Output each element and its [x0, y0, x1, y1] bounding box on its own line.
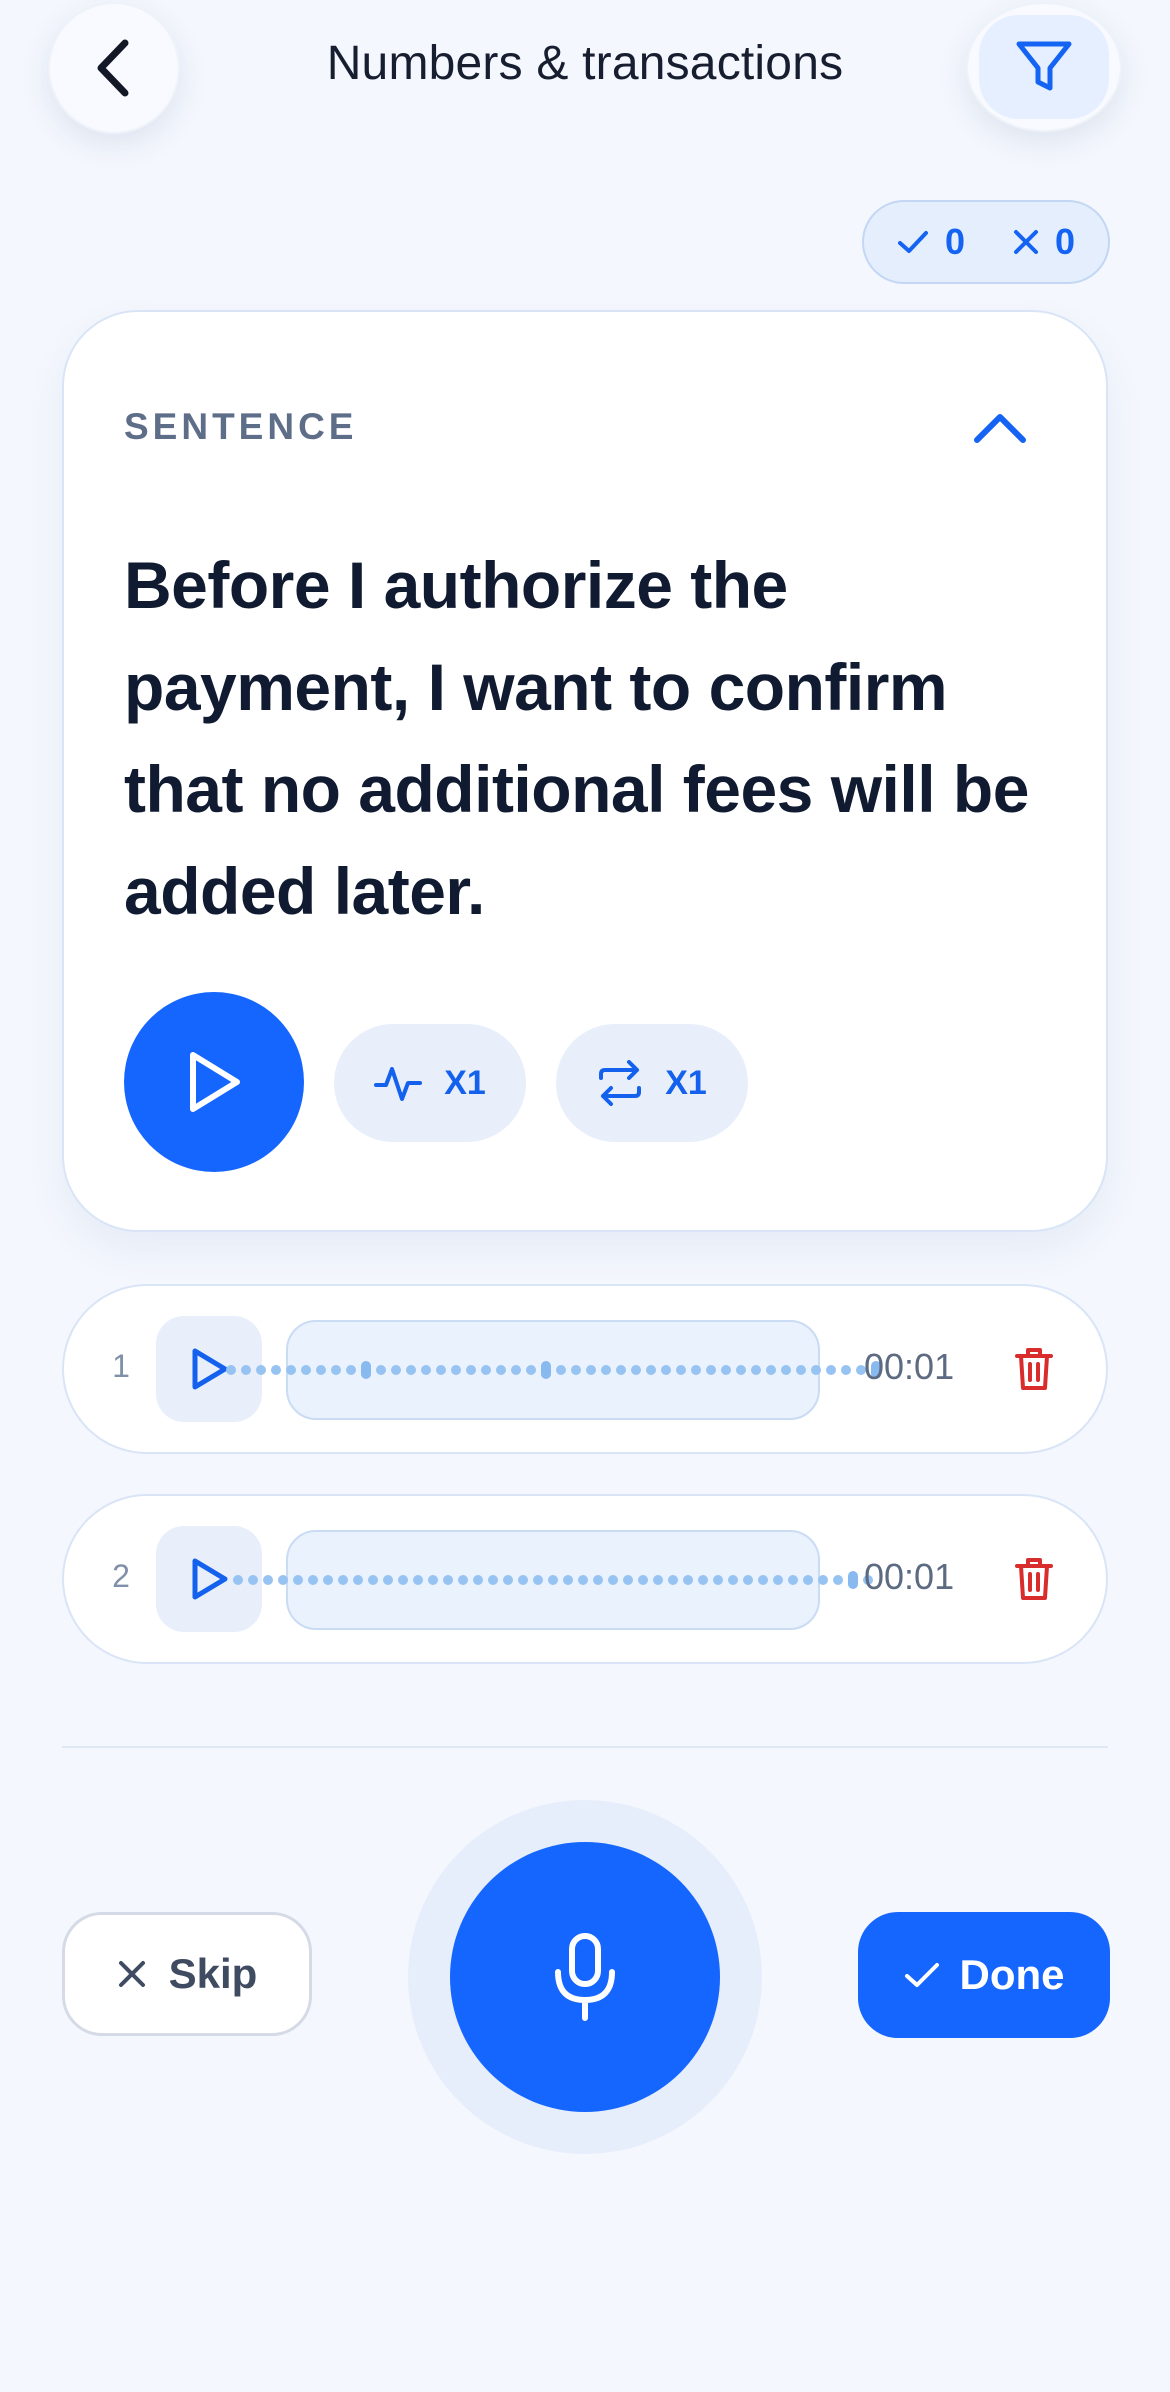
play-recording-button[interactable]	[156, 1526, 262, 1632]
recording-row: 2 00:01	[62, 1494, 1108, 1664]
divider	[62, 1746, 1108, 1748]
sentence-text: Before I authorize the payment, I want t…	[124, 548, 1029, 928]
recording-row: 1 00:01	[62, 1284, 1108, 1454]
repeat-chip[interactable]: X1	[556, 1024, 748, 1142]
correct-count: 0	[944, 221, 965, 262]
chevron-left-icon	[97, 39, 129, 97]
delete-recording-button[interactable]	[1004, 1546, 1064, 1612]
waveform-icon	[374, 1067, 423, 1101]
check-icon	[904, 1963, 939, 1987]
score-counter: 0 0	[862, 200, 1110, 284]
done-label: Done	[959, 1951, 1065, 1998]
record-button[interactable]	[450, 1842, 720, 2112]
play-icon	[192, 1348, 228, 1390]
recording-index: 2	[112, 1558, 130, 1594]
trash-icon	[1015, 1348, 1053, 1390]
done-button[interactable]: Done	[858, 1912, 1110, 2038]
recording-waveform[interactable]	[225, 1320, 881, 1420]
speed-value: X1	[444, 1063, 486, 1102]
recording-index: 1	[112, 1348, 130, 1384]
trash-icon	[1015, 1558, 1053, 1600]
incorrect-count: 0	[1055, 221, 1076, 262]
skip-button[interactable]: Skip	[62, 1912, 312, 2036]
x-icon	[1014, 230, 1038, 254]
repeat-value: X1	[665, 1063, 707, 1102]
chevron-up-icon	[974, 414, 1026, 443]
x-icon	[118, 1961, 145, 1987]
play-icon	[192, 1558, 228, 1600]
recording-duration: 00:01	[864, 1346, 955, 1387]
repeat-icon	[599, 1060, 642, 1106]
recording-waveform[interactable]	[233, 1530, 873, 1630]
filter-icon	[1016, 41, 1072, 91]
card-label: SENTENCE	[124, 406, 358, 447]
collapse-button[interactable]	[968, 396, 1032, 460]
delete-recording-button[interactable]	[1004, 1336, 1064, 1402]
filter-button[interactable]	[966, 2, 1122, 132]
back-button[interactable]	[48, 2, 180, 134]
check-icon	[897, 231, 928, 253]
play-sentence-button[interactable]	[124, 992, 304, 1172]
sentence-card: SENTENCE Before I authorize the payment,…	[62, 310, 1108, 1232]
page-title: Numbers & transactions	[326, 37, 844, 90]
microphone-icon	[555, 1933, 615, 2021]
recording-duration: 00:01	[864, 1556, 955, 1597]
play-icon	[190, 1052, 240, 1112]
speed-chip[interactable]: X1	[334, 1024, 526, 1142]
skip-label: Skip	[168, 1950, 258, 1997]
screen: Numbers & transactions 0 0 SENTENCE Befo…	[0, 0, 1170, 2392]
